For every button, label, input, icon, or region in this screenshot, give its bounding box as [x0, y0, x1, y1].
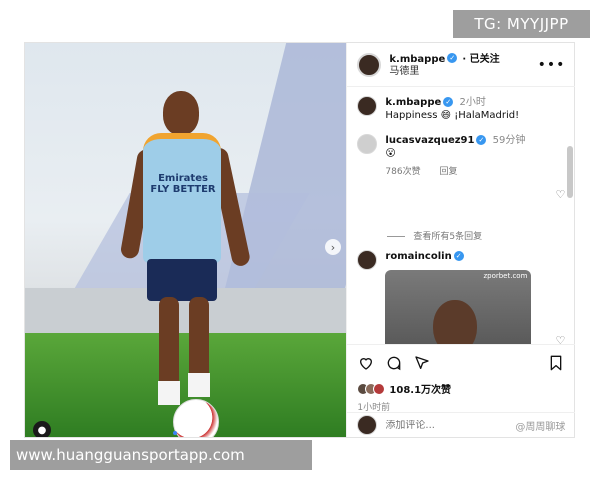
post-actions: 108.1万次赞 1小时前 — [347, 344, 576, 413]
verified-badge-icon: ✓ — [453, 251, 464, 261]
save-bookmark-icon[interactable] — [547, 354, 565, 372]
verified-badge-icon: ✓ — [443, 97, 454, 107]
player-left-sock — [158, 381, 180, 405]
likes-summary[interactable]: 108.1万次赞 — [357, 381, 565, 396]
tagged-user-icon[interactable]: ● — [33, 421, 51, 437]
telegram-watermark: TG: MYYJJPP — [453, 10, 590, 38]
comment-meta: 786次赞 回复 — [385, 166, 565, 179]
add-comment-bar: @周周聊球 — [347, 412, 576, 437]
comment-text: Happiness 😄 ¡HalaMadrid! — [385, 110, 520, 121]
reply-button[interactable]: 回复 — [439, 167, 457, 177]
author-avatar[interactable] — [357, 52, 382, 77]
comment-gif-image[interactable]: zporbet.com — [385, 270, 532, 344]
player-right-sock — [188, 373, 210, 397]
source-watermark: @周周聊球 — [515, 421, 566, 433]
carousel-dot — [187, 431, 191, 435]
add-comment-input[interactable] — [385, 419, 506, 431]
more-options-icon[interactable]: ••• — [538, 57, 566, 73]
commenter-username[interactable]: lucasvazquez91 — [385, 135, 474, 146]
carousel-dot — [180, 431, 184, 435]
comment-bubble-icon[interactable] — [385, 354, 403, 372]
instagram-post: Emirates FLY BETTER › ● k.mbappe ✓ · 已关注 … — [24, 42, 576, 438]
post-header: k.mbappe ✓ · 已关注 马德里 ••• — [347, 43, 576, 87]
post-location[interactable]: 马德里 — [389, 66, 537, 78]
commenter-avatar[interactable] — [357, 134, 378, 154]
like-heart-icon[interactable] — [357, 354, 375, 372]
player-jersey — [143, 133, 221, 263]
comment-like-count[interactable]: 786次赞 — [385, 167, 420, 177]
action-icons-row — [357, 353, 565, 373]
player-figure: Emirates FLY BETTER — [119, 91, 255, 421]
commenter-username[interactable]: k.mbappe — [385, 97, 441, 108]
author-username[interactable]: k.mbappe — [389, 54, 445, 65]
post-header-text: k.mbappe ✓ · 已关注 马德里 — [389, 51, 537, 78]
next-image-button[interactable]: › — [325, 239, 341, 255]
verified-badge-icon: ✓ — [447, 52, 458, 63]
comment-item: k.mbappe ✓ 2小时 Happiness 😄 ¡HalaMadrid! — [357, 96, 565, 122]
gif-watermark: zporbet.com — [483, 272, 528, 280]
comment-item: romaincolin ✓ — [357, 250, 565, 270]
my-avatar — [357, 415, 378, 435]
carousel-dots — [173, 431, 191, 435]
follow-status[interactable]: · 已关注 — [462, 54, 499, 65]
jersey-sponsor-text: Emirates FLY BETTER — [150, 173, 216, 195]
post-photo[interactable]: Emirates FLY BETTER › ● — [25, 43, 347, 437]
comment-like-heart-icon[interactable]: ♡ — [556, 188, 566, 201]
comment-body: lucasvazquez91 ✓ 59分钟 😮 786次赞 回复 — [385, 134, 565, 179]
website-watermark: www.huangguansportapp.com — [10, 440, 312, 470]
comments-scrollbar[interactable] — [567, 138, 574, 344]
gif-face — [433, 300, 478, 344]
comment-like-heart-icon[interactable]: ♡ — [556, 334, 566, 344]
post-side-panel: k.mbappe ✓ · 已关注 马德里 ••• k.mbappe ✓ 2小时 Ha… — [346, 43, 576, 437]
commenter-avatar[interactable] — [357, 250, 378, 270]
comment-time: 2小时 — [459, 97, 486, 108]
commenter-username[interactable]: romaincolin — [385, 251, 451, 262]
scrollbar-thumb[interactable] — [567, 146, 574, 198]
carousel-dot-active — [173, 431, 177, 435]
commenter-avatar[interactable] — [357, 96, 378, 116]
player-shorts — [147, 259, 217, 301]
comment-item: lucasvazquez91 ✓ 59分钟 😮 786次赞 回复 — [357, 134, 565, 179]
comments-list: k.mbappe ✓ 2小时 Happiness 😄 ¡HalaMadrid! l… — [347, 88, 575, 344]
comment-body: romaincolin ✓ — [385, 250, 565, 270]
comment-body: k.mbappe ✓ 2小时 Happiness 😄 ¡HalaMadrid! — [385, 96, 565, 122]
liker-avatar — [373, 382, 386, 395]
comment-time: 59分钟 — [492, 135, 526, 146]
verified-badge-icon: ✓ — [476, 135, 487, 145]
likes-count[interactable]: 108.1万次赞 — [389, 381, 451, 396]
player-head — [163, 91, 199, 135]
comment-text: 😮 — [385, 148, 396, 159]
view-replies-link[interactable]: 查看所有5条回复 — [387, 229, 482, 242]
share-send-icon[interactable] — [413, 354, 431, 372]
